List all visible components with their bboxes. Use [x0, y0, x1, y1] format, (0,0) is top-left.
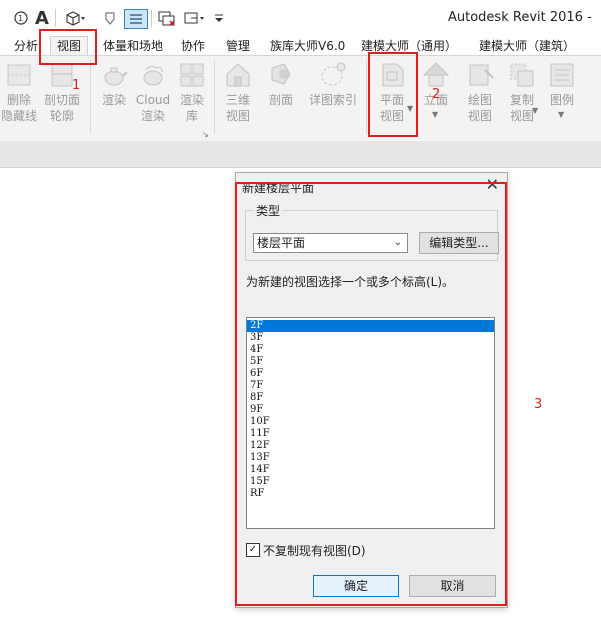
gallery-icon: [177, 60, 207, 90]
annotation-number: 1: [72, 78, 81, 93]
panel-launcher-icon[interactable]: ↘: [202, 130, 209, 139]
ribbon-label: 剖切面: [43, 93, 80, 107]
delete-hidden-lines-button[interactable]: 删除 隐藏线: [0, 56, 38, 124]
ribbon-panel: 删除 隐藏线 剖切面 轮廓 渲染 Cloud 渲染 渲染 库 三维 视图 剖面 …: [0, 55, 601, 142]
ribbon-separator: [366, 60, 367, 134]
ribbon-label: 视图: [467, 109, 492, 123]
app-title: Autodesk Revit 2016 -: [448, 10, 592, 25]
switch-windows-icon[interactable]: [156, 9, 178, 27]
legend-icon: [547, 60, 577, 90]
customize-icon[interactable]: [212, 9, 226, 27]
ribbon-label: Cloud: [135, 93, 171, 107]
chevron-down-icon[interactable]: ▼: [432, 110, 438, 119]
ribbon-label: 详图索引: [308, 93, 357, 107]
ribbon-label: 剖面: [268, 93, 293, 107]
render-gallery-button[interactable]: 渲染 库: [174, 56, 210, 124]
ribbon-separator: [214, 60, 215, 134]
callout-button[interactable]: 详图索引: [304, 56, 362, 108]
chevron-down-icon[interactable]: ▼: [558, 110, 564, 119]
teapot-icon: [99, 60, 129, 90]
cloud-render-button[interactable]: Cloud 渲染: [134, 56, 172, 124]
annotation-box: [235, 182, 507, 606]
drafting-view-button[interactable]: 绘图 视图: [460, 56, 500, 124]
ribbon-label: 库: [185, 109, 198, 123]
ribbon-label: 渲染: [101, 93, 126, 107]
annotation-box: [368, 52, 418, 137]
house-icon: [223, 60, 253, 90]
hidden-lines-icon: [4, 60, 34, 90]
options-bar: [0, 141, 601, 167]
tab-manage[interactable]: 管理: [226, 37, 250, 54]
divider: [0, 167, 601, 168]
ribbon-label: 删除: [6, 93, 31, 107]
toolbar-separator: [55, 9, 56, 27]
annotation-box: [39, 29, 97, 65]
ribbon-label: 绘图: [467, 93, 492, 107]
ribbon-label: 图例: [549, 93, 574, 107]
section-icon: [266, 60, 296, 90]
ribbon-label: 轮廓: [49, 109, 74, 123]
ribbon-label: 渲染: [179, 93, 204, 107]
ribbon-label: 渲染: [140, 109, 165, 123]
tab-modeling-architecture[interactable]: 建模大师（建筑）: [479, 37, 575, 54]
svg-text:1: 1: [18, 14, 23, 23]
duplicate-icon: [507, 60, 537, 90]
render-button[interactable]: 渲染: [96, 56, 132, 108]
toolbar-separator: [151, 9, 152, 27]
ribbon-label: 视图: [225, 109, 250, 123]
tab-massing-site[interactable]: 体量和场地: [103, 37, 163, 54]
3d-view-button[interactable]: 三维 视图: [218, 56, 258, 124]
ribbon-label: 三维: [225, 93, 250, 107]
tag-icon[interactable]: [102, 9, 118, 27]
tab-analyze[interactable]: 分析: [14, 37, 38, 54]
legends-button[interactable]: 图例: [544, 56, 580, 108]
thin-lines-icon[interactable]: [124, 9, 148, 29]
annotation-number: 3: [534, 397, 543, 412]
cloud-teapot-icon: [138, 60, 168, 90]
tab-family-library[interactable]: 族库大师V6.0: [270, 37, 345, 54]
elevation-icon: [421, 60, 451, 90]
annotation-number: 2: [432, 87, 441, 102]
tab-collaborate[interactable]: 协作: [181, 37, 205, 54]
drafting-icon: [465, 60, 495, 90]
3d-box-icon[interactable]: [62, 9, 88, 27]
close-windows-icon[interactable]: [182, 9, 208, 27]
callout-icon: [318, 60, 348, 90]
section-button[interactable]: 剖面: [262, 56, 300, 108]
sync-icon[interactable]: 1: [12, 9, 30, 27]
text-icon[interactable]: A: [34, 8, 50, 29]
ribbon-separator: [90, 60, 91, 134]
ribbon-label: 隐藏线: [0, 109, 37, 123]
chevron-down-icon[interactable]: ▼: [532, 106, 538, 115]
